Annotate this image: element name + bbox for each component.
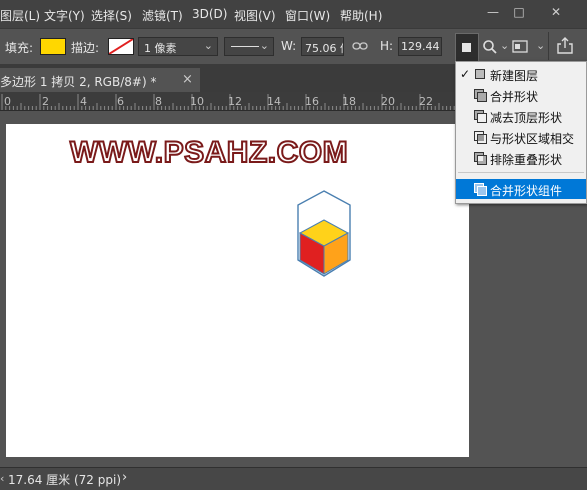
close-tab-icon[interactable]: × — [182, 72, 193, 87]
menu-filter[interactable]: 滤镜(T) — [142, 7, 183, 24]
document-tab[interactable]: 多边形 1 拷贝 2, RGB/8#) * × — [0, 68, 200, 92]
chevron-down-icon: ⌄ — [259, 39, 269, 52]
menu-item-label: 合并形状组件 — [490, 184, 563, 198]
no-stroke-icon — [109, 39, 133, 54]
menu-item-new-layer[interactable]: ✓ 新建图层 — [456, 64, 586, 84]
hexagon-cube-shape[interactable] — [294, 188, 356, 280]
menu-item-combine-shapes[interactable]: 合并形状 — [456, 85, 586, 105]
close-button[interactable]: ✕ — [545, 3, 567, 21]
ruler-label: 22 — [419, 95, 433, 108]
subtract-shape-icon — [474, 110, 487, 123]
new-layer-icon — [474, 68, 486, 80]
stroke-label: 描边: — [71, 41, 100, 55]
menu-3d[interactable]: 3D(D) — [192, 7, 227, 21]
ruler-label: 4 — [80, 95, 87, 108]
menu-window[interactable]: 窗口(W) — [285, 7, 330, 24]
menu-view[interactable]: 视图(V) — [234, 7, 276, 24]
menu-help[interactable]: 帮助(H) — [340, 7, 382, 24]
menu-type[interactable]: 文字(Y) — [44, 7, 85, 24]
stroke-color-swatch[interactable] — [108, 38, 134, 55]
combine-shapes-icon — [474, 89, 487, 102]
height-input[interactable]: 129.44 — [398, 37, 442, 56]
menu-item-label: 合并形状 — [490, 90, 539, 104]
menu-item-label: 排除重叠形状 — [490, 153, 563, 167]
height-label: H: — [380, 39, 394, 53]
ruler-label: 16 — [305, 95, 319, 108]
menu-item-label: 减去顶层形状 — [490, 111, 563, 125]
menu-bar: 图层(L) 文字(Y) 选择(S) 滤镜(T) 3D(D) 视图(V) 窗口(W… — [0, 0, 587, 28]
status-arrow-icon[interactable]: › — [122, 470, 127, 485]
ruler-label: 0 — [4, 95, 11, 108]
document-tab-title: 多边形 1 拷贝 2, RGB/8#) * — [0, 75, 157, 89]
path-operations-button[interactable] — [455, 33, 479, 62]
menu-item-merge-shape-components[interactable]: 合并形状组件 — [456, 179, 586, 199]
menu-divider — [458, 172, 584, 173]
chevron-down-icon: ⌄ — [500, 39, 510, 52]
width-value: 75.06 像 — [305, 42, 343, 55]
exclude-overlap-icon — [474, 152, 487, 165]
status-left-arrow-icon: ‹ — [0, 472, 5, 485]
stroke-line-icon — [231, 46, 259, 47]
options-bar: 填充: 描边: 1 像素 ⌄ ⌄ W: 75.06 像 H: 129.44 ⌄ … — [0, 28, 587, 65]
minimize-button[interactable]: — — [482, 3, 504, 21]
checkmark-icon: ✓ — [460, 67, 471, 81]
menu-item-label: 与形状区域相交 — [490, 132, 575, 146]
menu-item-intersect-shapes[interactable]: 与形状区域相交 — [456, 127, 586, 147]
stroke-type-select[interactable]: ⌄ — [224, 37, 274, 56]
fill-color-swatch[interactable] — [40, 38, 66, 55]
menu-select[interactable]: 选择(S) — [91, 7, 132, 24]
ruler-label: 12 — [228, 95, 242, 108]
chevron-down-icon: ⌄ — [203, 39, 213, 52]
intersect-shapes-icon — [474, 131, 487, 144]
width-input[interactable]: 75.06 像 — [301, 37, 344, 56]
menu-layer[interactable]: 图层(L) — [0, 7, 40, 24]
link-icon[interactable] — [352, 41, 368, 51]
search-icon[interactable] — [482, 39, 498, 55]
path-align-icon[interactable] — [512, 40, 528, 53]
watermark-text: WWW.PSAHZ.COM — [69, 135, 349, 170]
chevron-down-icon: ⌄ — [536, 39, 546, 52]
ruler-label: 6 — [117, 95, 124, 108]
share-icon[interactable] — [557, 37, 573, 54]
height-value: 129.44 — [401, 40, 440, 53]
stroke-width-value: 1 像素 — [144, 42, 177, 55]
width-label: W: — [281, 39, 297, 53]
menu-item-label: 新建图层 — [490, 69, 539, 83]
ruler-label: 14 — [267, 95, 281, 108]
menu-item-exclude-overlap[interactable]: 排除重叠形状 — [456, 148, 586, 168]
ruler-label: 2 — [42, 95, 49, 108]
ruler-label: 8 — [155, 95, 162, 108]
ruler-label: 20 — [381, 95, 395, 108]
maximize-button[interactable]: □ — [508, 3, 530, 21]
document-canvas[interactable]: WWW.PSAHZ.COM — [6, 124, 469, 457]
document-size-text: 17.64 厘米 (72 ppi) — [8, 473, 121, 487]
divider — [548, 32, 549, 60]
menu-item-subtract-front-shape[interactable]: 减去顶层形状 — [456, 106, 586, 126]
square-icon — [462, 43, 471, 52]
fill-label: 填充: — [5, 41, 34, 55]
path-operations-menu: ✓ 新建图层 合并形状 减去顶层形状 与形状区域相交 排除重叠形状 合并形状组件 — [455, 61, 587, 204]
ruler-label: 18 — [342, 95, 356, 108]
stroke-width-select[interactable]: 1 像素 ⌄ — [138, 37, 218, 56]
ruler-label: 10 — [190, 95, 204, 108]
status-bar: ‹ 17.64 厘米 (72 ppi) › — [0, 467, 587, 490]
merge-components-icon — [474, 183, 487, 196]
